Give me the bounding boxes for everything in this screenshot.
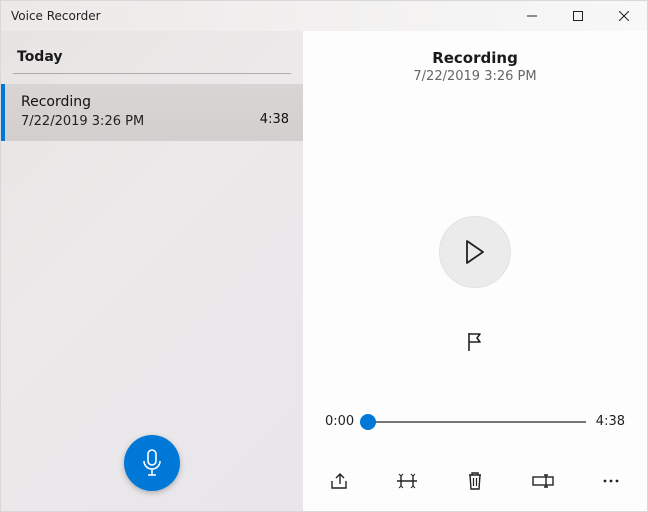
seek-thumb[interactable] bbox=[360, 414, 376, 430]
trim-button[interactable] bbox=[391, 465, 423, 497]
flag-icon bbox=[466, 332, 484, 352]
recording-date: 7/22/2019 3:26 PM bbox=[21, 114, 260, 129]
window-controls bbox=[509, 1, 647, 31]
share-button[interactable] bbox=[323, 465, 355, 497]
minimize-icon bbox=[527, 11, 537, 21]
rename-icon bbox=[532, 474, 554, 488]
trim-icon bbox=[396, 473, 418, 489]
maximize-icon bbox=[573, 11, 583, 21]
minimize-button[interactable] bbox=[509, 1, 555, 31]
recording-info: Recording 7/22/2019 3:26 PM bbox=[21, 94, 260, 129]
recording-title: Recording bbox=[21, 94, 260, 110]
play-button[interactable] bbox=[439, 216, 511, 288]
section-divider bbox=[13, 73, 291, 74]
play-icon bbox=[464, 239, 486, 265]
playback-panel: Recording 7/22/2019 3:26 PM 0:00 4:38 bbox=[303, 31, 647, 511]
add-marker-button[interactable] bbox=[457, 324, 493, 360]
rename-button[interactable] bbox=[527, 465, 559, 497]
timeline: 0:00 4:38 bbox=[303, 414, 647, 429]
seek-track[interactable] bbox=[364, 421, 586, 423]
record-button[interactable] bbox=[124, 435, 180, 491]
maximize-button[interactable] bbox=[555, 1, 601, 31]
section-header-today: Today bbox=[1, 31, 303, 73]
close-button[interactable] bbox=[601, 1, 647, 31]
recording-list-item[interactable]: Recording 7/22/2019 3:26 PM 4:38 bbox=[1, 84, 303, 141]
recordings-sidebar: Today Recording 7/22/2019 3:26 PM 4:38 bbox=[1, 31, 303, 511]
total-time-label: 4:38 bbox=[596, 414, 625, 429]
delete-icon bbox=[467, 471, 483, 491]
more-button[interactable] bbox=[595, 465, 627, 497]
playback-date: 7/22/2019 3:26 PM bbox=[413, 69, 536, 84]
more-icon bbox=[602, 478, 620, 484]
close-icon bbox=[619, 11, 629, 21]
recording-duration: 4:38 bbox=[260, 112, 289, 129]
share-icon bbox=[329, 472, 349, 490]
playback-title: Recording bbox=[432, 49, 518, 67]
delete-button[interactable] bbox=[459, 465, 491, 497]
current-time-label: 0:00 bbox=[325, 414, 354, 429]
microphone-icon bbox=[141, 449, 163, 477]
app-title: Voice Recorder bbox=[11, 9, 101, 23]
titlebar[interactable]: Voice Recorder bbox=[1, 1, 647, 31]
action-bar bbox=[303, 465, 647, 497]
app-window: Voice Recorder Today Recording 7/22/2019… bbox=[0, 0, 648, 512]
content-area: Today Recording 7/22/2019 3:26 PM 4:38 R… bbox=[1, 31, 647, 511]
